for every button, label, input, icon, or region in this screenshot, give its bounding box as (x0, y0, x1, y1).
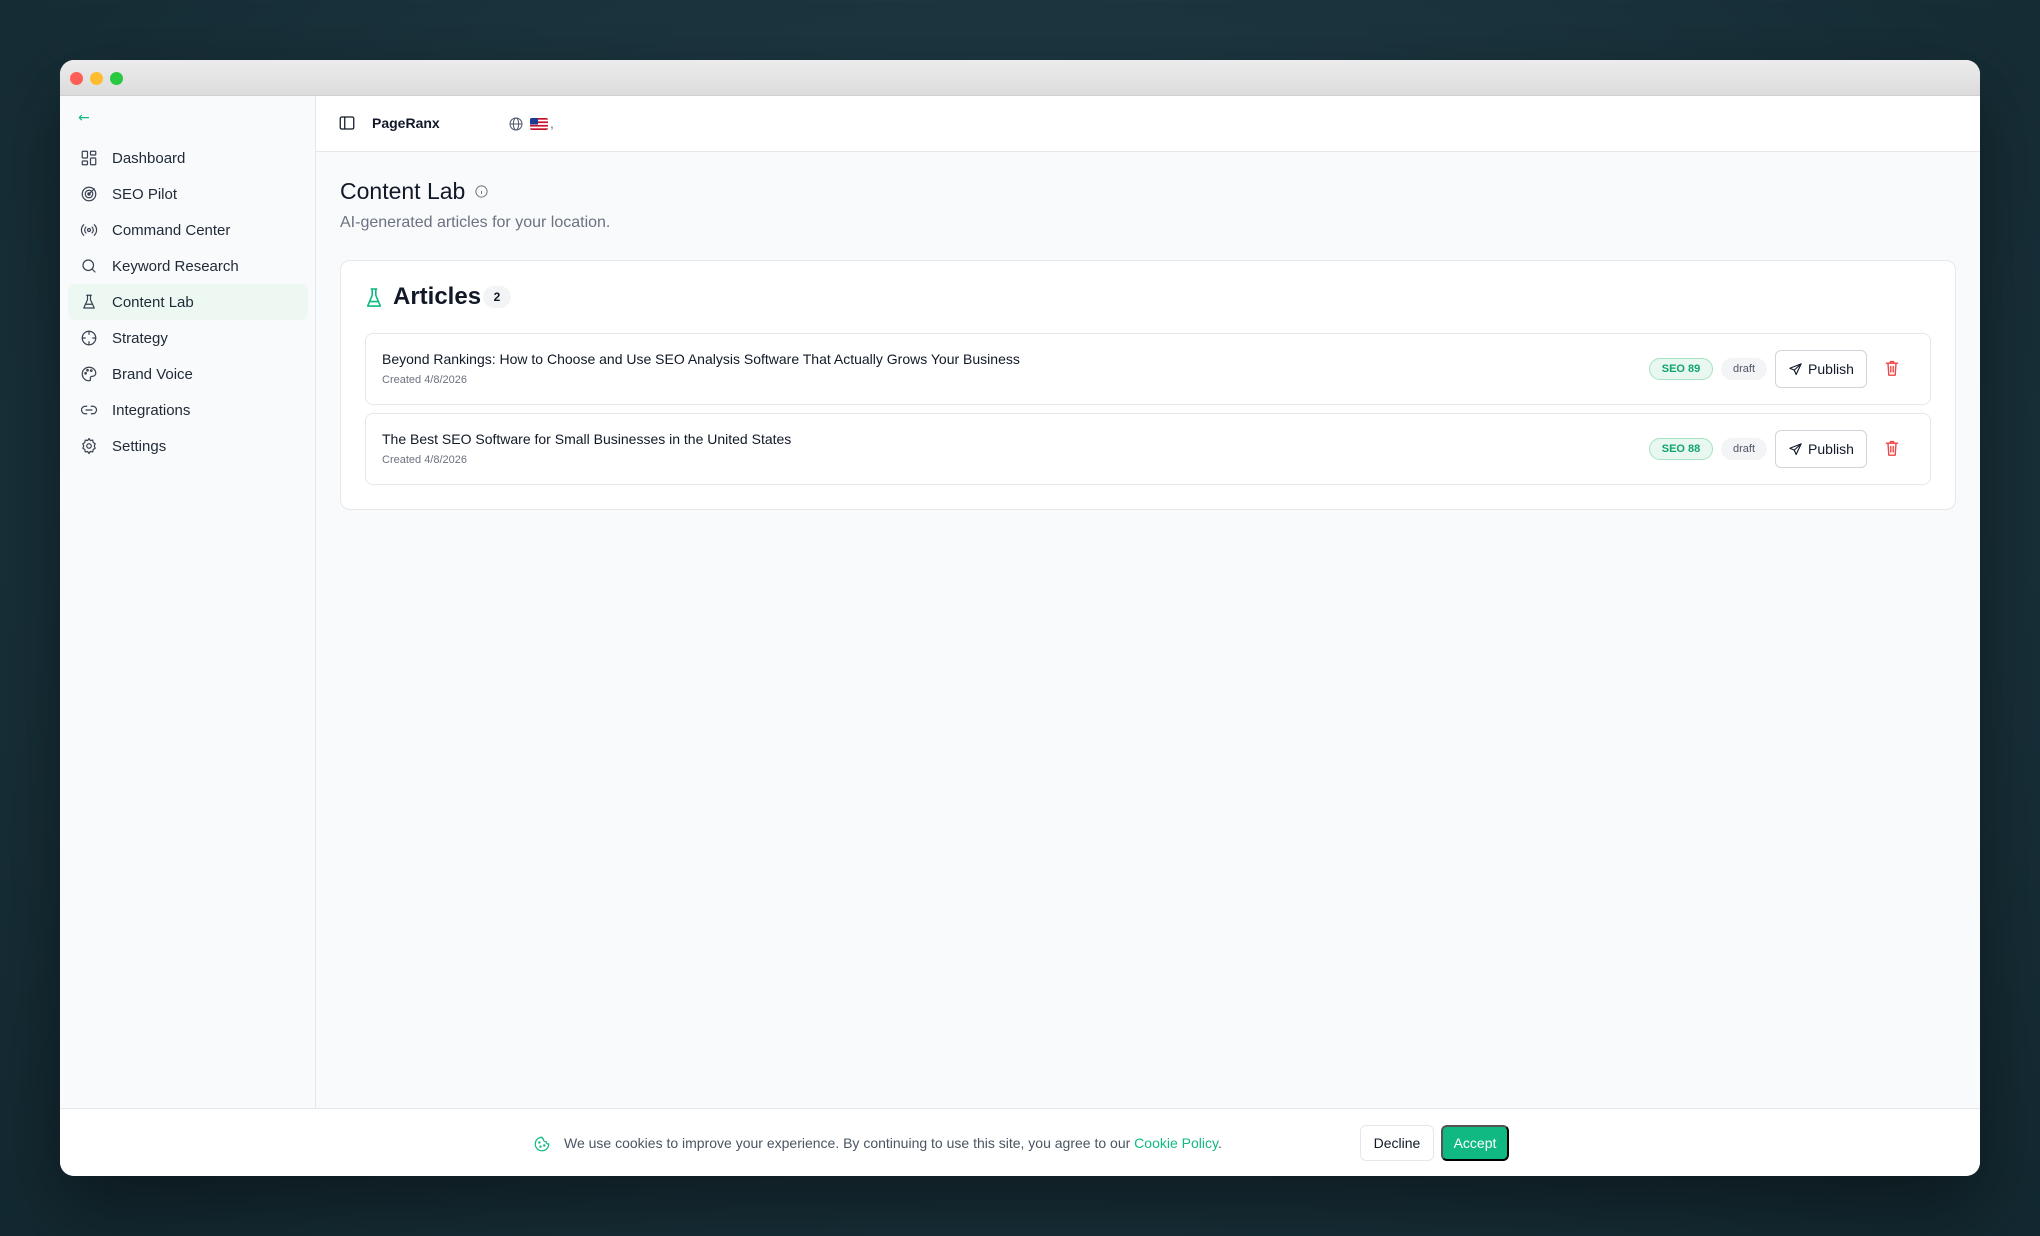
sidebar-nav: Dashboard SEO Pilot Command Center Keywo… (68, 140, 308, 464)
seo-score-badge: SEO 89 (1649, 358, 1713, 380)
main-content: Content Lab AI-generated articles for yo… (316, 152, 1980, 1108)
sidebar-item-label: Integrations (112, 401, 191, 419)
trash-icon[interactable] (1884, 359, 1904, 379)
us-flag-icon (530, 118, 548, 130)
article-count-badge: 2 (483, 286, 511, 308)
search-icon (80, 257, 98, 275)
link-icon (80, 401, 98, 419)
sidebar-item-settings[interactable]: Settings (68, 428, 308, 464)
article-row[interactable]: The Best SEO Software for Small Business… (365, 413, 1931, 485)
sidebar-item-keyword-research[interactable]: Keyword Research (68, 248, 308, 284)
sidebar-item-label: Keyword Research (112, 257, 239, 275)
gear-icon (80, 437, 98, 455)
globe-icon[interactable] (508, 116, 524, 132)
seo-score-badge: SEO 88 (1649, 438, 1713, 460)
page-subtitle: AI-generated articles for your location. (340, 214, 611, 231)
sidebar-item-label: Command Center (112, 221, 231, 239)
send-icon (1788, 362, 1803, 377)
decline-button[interactable]: Decline (1360, 1125, 1434, 1161)
minimize-window-button[interactable] (90, 72, 103, 85)
cookie-policy-link[interactable]: Cookie Policy (1134, 1135, 1218, 1151)
window-titlebar (60, 60, 1980, 96)
crosshair-icon (80, 329, 98, 347)
article-title[interactable]: Beyond Rankings: How to Choose and Use S… (382, 351, 1020, 367)
top-bar: PageRanx , (316, 96, 1980, 152)
cookie-message: We use cookies to improve your experienc… (564, 1135, 1222, 1151)
publish-label: Publish (1808, 441, 1854, 457)
article-title[interactable]: The Best SEO Software for Small Business… (382, 431, 791, 447)
radio-broadcast-icon (80, 221, 98, 239)
sidebar-item-brand-voice[interactable]: Brand Voice (68, 356, 308, 392)
article-created-date: Created 4/8/2026 (382, 454, 468, 466)
articles-card: Articles 2 Beyond Rankings: How to Choos… (340, 260, 1956, 510)
sidebar-toggle-icon[interactable] (338, 114, 356, 132)
send-icon (1788, 442, 1803, 457)
radar-icon (80, 185, 98, 203)
sidebar-item-integrations[interactable]: Integrations (68, 392, 308, 428)
sidebar: ← Dashboard SEO Pilot Command Center Key… (60, 96, 316, 1108)
location-separator: , (550, 115, 554, 131)
sidebar-item-strategy[interactable]: Strategy (68, 320, 308, 356)
arrow-left-icon[interactable]: ← (78, 110, 90, 126)
cookie-banner: We use cookies to improve your experienc… (60, 1108, 1980, 1176)
publish-label: Publish (1808, 361, 1854, 377)
layout-grid-icon (80, 149, 98, 167)
info-icon[interactable] (474, 184, 489, 199)
sidebar-item-dashboard[interactable]: Dashboard (68, 140, 308, 176)
article-created-date: Created 4/8/2026 (382, 374, 468, 386)
status-badge: draft (1721, 358, 1767, 380)
cookie-icon (533, 1135, 551, 1153)
sidebar-item-label: Dashboard (112, 149, 186, 167)
sidebar-item-label: Brand Voice (112, 365, 193, 383)
page-title: Content Lab (340, 178, 466, 204)
sidebar-item-label: Content Lab (112, 293, 194, 311)
publish-button[interactable]: Publish (1775, 350, 1867, 388)
sidebar-item-label: Settings (112, 437, 167, 455)
accept-button[interactable]: Accept (1441, 1125, 1509, 1161)
flask-icon (365, 287, 383, 309)
publish-button[interactable]: Publish (1775, 430, 1867, 468)
sidebar-item-seo-pilot[interactable]: SEO Pilot (68, 176, 308, 212)
maximize-window-button[interactable] (110, 72, 123, 85)
cookie-message-text: We use cookies to improve your experienc… (564, 1135, 1135, 1151)
palette-icon (80, 365, 98, 383)
sidebar-item-label: SEO Pilot (112, 185, 178, 203)
sidebar-item-label: Strategy (112, 329, 168, 347)
sidebar-item-content-lab[interactable]: Content Lab (68, 284, 308, 320)
app-window: ← Dashboard SEO Pilot Command Center Key… (60, 60, 1980, 1176)
card-title: Articles (393, 283, 482, 310)
sidebar-item-command-center[interactable]: Command Center (68, 212, 308, 248)
article-row[interactable]: Beyond Rankings: How to Choose and Use S… (365, 333, 1931, 405)
cookie-message-suffix: . (1217, 1135, 1222, 1151)
close-window-button[interactable] (70, 72, 83, 85)
brand-name: PageRanx (372, 115, 440, 131)
trash-icon[interactable] (1884, 439, 1904, 459)
flask-icon (80, 293, 98, 311)
status-badge: draft (1721, 438, 1767, 460)
